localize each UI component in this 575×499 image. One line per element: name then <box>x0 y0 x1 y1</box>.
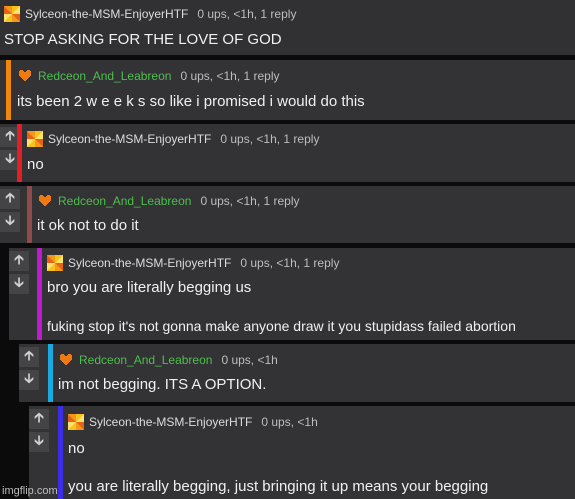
up-arrow-icon[interactable]: 🡱 <box>29 409 49 429</box>
down-arrow-icon[interactable]: 🡳 <box>29 432 49 452</box>
comment-header: Sylceon-the-MSM-EnjoyerHTF 0 ups, <1h, 1… <box>27 129 319 149</box>
comment-text: it ok not to do it <box>37 217 139 234</box>
heart-avatar-icon[interactable] <box>58 352 74 368</box>
comment: 🡱 🡳 Sylceon-the-MSM-EnjoyerHTF 0 ups, <1… <box>29 406 575 499</box>
thread-depth-bar <box>48 344 53 402</box>
comment-meta: 0 ups, <1h, 1 reply <box>240 256 340 270</box>
comment-meta: 0 ups, <1h, 1 reply <box>220 132 320 146</box>
comment-header: Sylceon-the-MSM-EnjoyerHTF 0 ups, <1h, 1… <box>47 253 339 273</box>
vote-column: 🡱 🡳 <box>9 248 31 296</box>
comment-text: its been 2 w e e k s so like i promised … <box>17 93 365 110</box>
comment-text: STOP ASKING FOR THE LOVE OF GOD <box>4 31 282 48</box>
comment-header: Redceon_And_Leabreon 0 ups, <1h, 1 reply <box>17 66 280 86</box>
comment-username[interactable]: Redceon_And_Leabreon <box>38 69 171 83</box>
comment: 🡱 🡳 Redceon_And_Leabreon 0 ups, <1h im n… <box>19 344 575 402</box>
thread-depth-bar <box>17 124 22 182</box>
comment-text: im not begging. ITS A OPTION. <box>58 376 267 393</box>
comment-meta: 0 ups, <1h, 1 reply <box>200 194 300 208</box>
thread-depth-bar <box>58 406 63 499</box>
pinwheel-avatar-icon[interactable] <box>47 255 63 271</box>
comment-meta: 0 ups, <1h, 1 reply <box>180 69 280 83</box>
comment-username[interactable]: Sylceon-the-MSM-EnjoyerHTF <box>68 256 231 270</box>
comment-header: Sylceon-the-MSM-EnjoyerHTF 0 ups, <1h <box>68 412 318 432</box>
comment-username[interactable]: Redceon_And_Leabreon <box>58 194 191 208</box>
vote-column: 🡱 🡳 <box>19 344 41 392</box>
comment-username[interactable]: Sylceon-the-MSM-EnjoyerHTF <box>89 415 252 429</box>
comment: 🡱 🡳 Sylceon-the-MSM-EnjoyerHTF 0 ups, <1… <box>9 248 575 340</box>
comment-text: fuking stop it's not gonna make anyone d… <box>47 318 516 334</box>
comment-text: no <box>68 440 85 457</box>
comment-meta: 0 ups, <1h <box>261 415 318 429</box>
up-arrow-icon[interactable]: 🡱 <box>19 347 39 367</box>
comment-text: no <box>27 156 44 173</box>
down-arrow-icon[interactable]: 🡳 <box>0 212 20 232</box>
comment-header: Redceon_And_Leabreon 0 ups, <1h <box>58 350 278 370</box>
heart-avatar-icon[interactable] <box>37 193 53 209</box>
heart-avatar-icon[interactable] <box>17 68 33 84</box>
pinwheel-avatar-icon[interactable] <box>68 414 84 430</box>
pinwheel-avatar-icon[interactable] <box>4 6 20 22</box>
comment: Sylceon-the-MSM-EnjoyerHTF 0 ups, <1h, 1… <box>0 0 575 55</box>
comment-username[interactable]: Sylceon-the-MSM-EnjoyerHTF <box>25 7 188 21</box>
up-arrow-icon[interactable]: 🡱 <box>0 189 20 209</box>
up-arrow-icon[interactable]: 🡱 <box>9 251 29 271</box>
down-arrow-icon[interactable]: 🡳 <box>19 370 39 390</box>
pinwheel-avatar-icon[interactable] <box>27 131 43 147</box>
comment: 🡱 🡳 Sylceon-the-MSM-EnjoyerHTF 0 ups, <1… <box>0 124 575 182</box>
thread-depth-bar <box>6 60 11 120</box>
comment: 🡱 🡳 Redceon_And_Leabreon 0 ups, <1h, 1 r… <box>0 186 575 243</box>
thread-depth-bar <box>37 248 42 340</box>
vote-column: 🡱 🡳 <box>0 186 22 234</box>
comment: Redceon_And_Leabreon 0 ups, <1h, 1 reply… <box>0 60 575 120</box>
comment-header: Redceon_And_Leabreon 0 ups, <1h, 1 reply <box>37 191 300 211</box>
comment-meta: 0 ups, <1h <box>221 353 278 367</box>
thread-depth-bar <box>27 186 32 243</box>
vote-column: 🡱 🡳 <box>29 406 51 454</box>
comment-header: Sylceon-the-MSM-EnjoyerHTF 0 ups, <1h, 1… <box>4 4 296 24</box>
down-arrow-icon[interactable]: 🡳 <box>9 274 29 294</box>
comment-username[interactable]: Sylceon-the-MSM-EnjoyerHTF <box>48 132 211 146</box>
comment-meta: 0 ups, <1h, 1 reply <box>197 7 297 21</box>
comment-text: you are literally begging, just bringing… <box>68 478 489 495</box>
imgflip-watermark: imgflip.com <box>2 485 58 497</box>
comment-username[interactable]: Redceon_And_Leabreon <box>79 353 212 367</box>
comment-text: bro you are literally begging us <box>47 279 252 296</box>
